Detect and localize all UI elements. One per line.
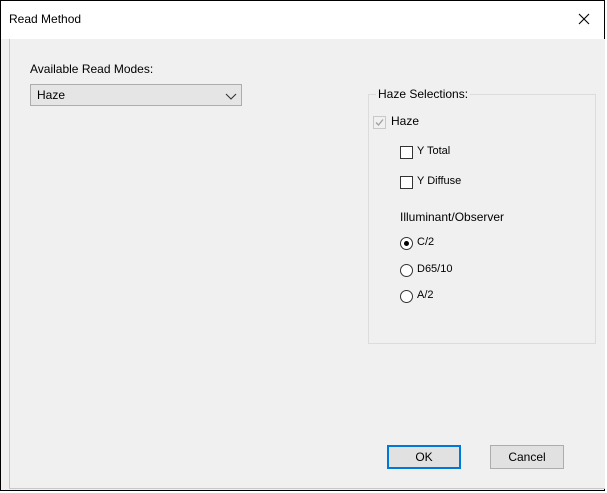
radio-d65-10-label: D65/10: [417, 263, 453, 275]
read-method-dialog: Read Method Available Read Modes: Haze H…: [0, 0, 605, 491]
radio-selected-dot: [404, 241, 409, 246]
y-diffuse-label: Y Diffuse: [417, 175, 462, 187]
ok-button[interactable]: OK: [387, 445, 461, 469]
radio-a2-label: A/2: [417, 289, 434, 301]
radio-a2[interactable]: [400, 290, 413, 303]
ok-button-label: OK: [415, 450, 433, 464]
y-total-checkbox[interactable]: [400, 146, 413, 159]
close-button[interactable]: [564, 1, 604, 39]
close-icon: [578, 13, 590, 28]
title-bar: Read Method: [1, 1, 604, 39]
radio-d65-10[interactable]: [400, 264, 413, 277]
haze-selections-title: Haze Selections:: [376, 87, 471, 101]
cancel-button-label: Cancel: [508, 450, 546, 464]
radio-c2[interactable]: [400, 237, 413, 250]
haze-checkbox-label: Haze: [391, 114, 420, 128]
y-total-label: Y Total: [417, 145, 451, 157]
dialog-body: Available Read Modes: Haze Haze Selectio…: [9, 39, 605, 489]
chevron-down-icon: [225, 90, 237, 100]
read-mode-dropdown[interactable]: Haze: [30, 84, 242, 106]
haze-checkbox[interactable]: [373, 116, 386, 129]
read-modes-label: Available Read Modes:: [30, 62, 154, 76]
y-diffuse-checkbox[interactable]: [400, 176, 413, 189]
read-mode-selected-value: Haze: [37, 88, 66, 102]
window-title: Read Method: [9, 12, 82, 26]
radio-c2-label: C/2: [417, 236, 435, 248]
checkmark-icon: [375, 119, 384, 126]
cancel-button[interactable]: Cancel: [490, 445, 564, 469]
illuminant-observer-label: Illuminant/Observer: [400, 210, 505, 224]
